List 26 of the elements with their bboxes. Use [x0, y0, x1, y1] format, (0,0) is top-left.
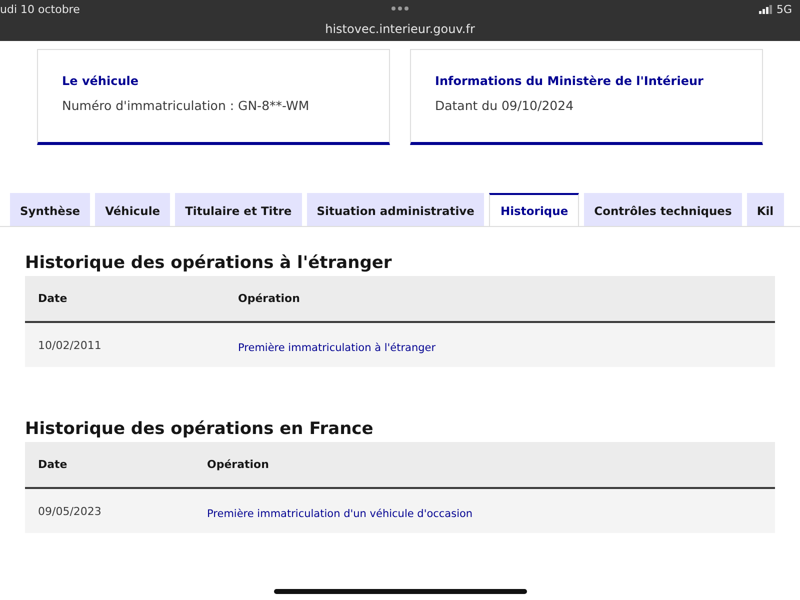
section-title: Historique des opérations en France — [25, 419, 374, 439]
date-cell-text: 10/02/2011 — [37, 338, 102, 352]
column-header: Date — [37, 292, 68, 305]
network-label: 5G — [776, 3, 792, 16]
tab[interactable]: Véhicule — [95, 193, 170, 226]
card-text: Datant du 09/10/2024 — [435, 98, 575, 113]
card-text: Numéro d'immatriculation : GN-8**-WM — [62, 98, 310, 113]
tab[interactable]: Titulaire et Titre — [175, 193, 302, 226]
signal-icon — [759, 5, 772, 14]
column-header: Opération — [206, 458, 270, 471]
section-title: Historique des opérations à l'étranger — [25, 253, 393, 273]
operation-link[interactable]: Première immatriculation d'un véhicule d'occasion — [194, 508, 473, 520]
tab[interactable]: Historique — [489, 193, 580, 226]
column-header: Date — [37, 458, 68, 471]
card-title: Le véhicule — [62, 74, 140, 88]
column-header: Opération — [237, 292, 301, 305]
date-cell-text: 09/05/2023 — [37, 504, 102, 518]
card-title: Informations du Ministère de l'Intérieur — [435, 74, 704, 88]
url-text[interactable]: histovec.interieur.gouv.fr — [325, 22, 475, 36]
more-icon[interactable] — [391, 6, 409, 11]
tab[interactable]: Contrôles techniques — [584, 193, 742, 226]
operation-link[interactable]: Première immatriculation à l'étranger — [225, 342, 436, 354]
tab[interactable]: Kil — [746, 193, 784, 226]
status-date: udi 10 octobre — [0, 3, 80, 16]
tab[interactable]: Synthèse — [10, 193, 90, 226]
tab[interactable]: Situation administrative — [306, 193, 484, 226]
